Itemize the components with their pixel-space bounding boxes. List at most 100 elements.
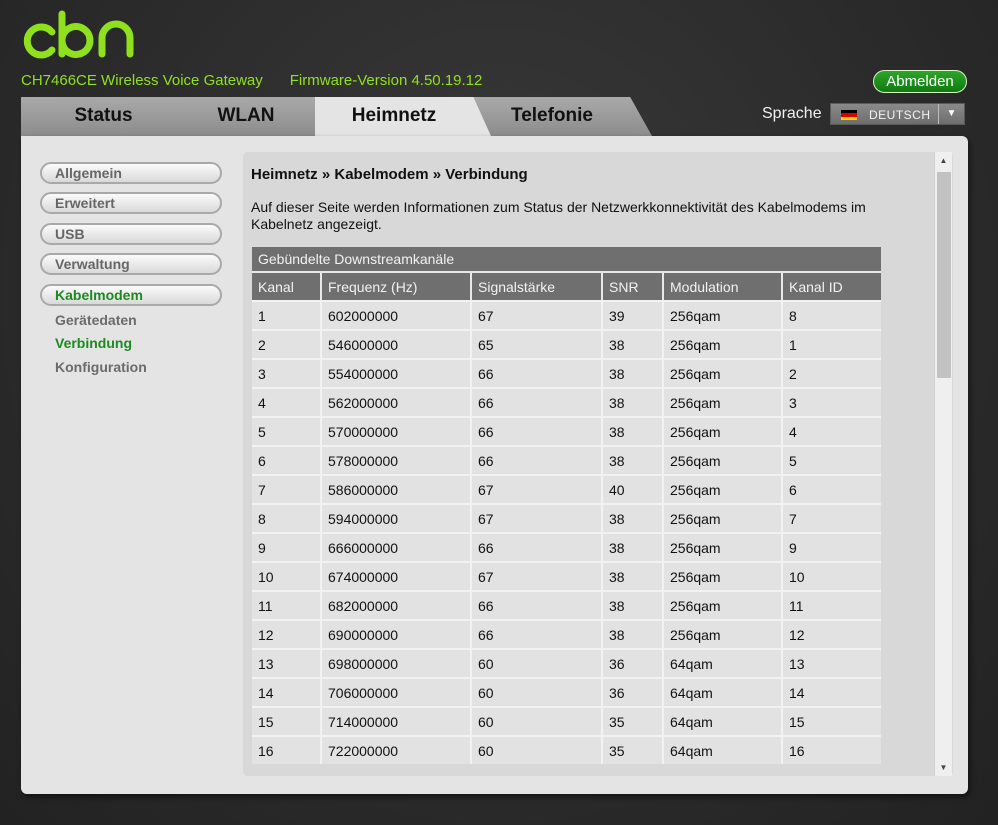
table-cell: 36 [603,648,664,677]
table-cell: 38 [603,445,664,474]
sidebar-subitem-konfiguration[interactable]: Konfiguration [55,359,147,375]
tab-status[interactable]: Status [21,97,186,136]
table-cell: 562000000 [322,387,472,416]
table-cell: 35 [603,735,664,764]
table-cell: 60 [472,677,603,706]
sidebar-item-kabelmodem[interactable]: Kabelmodem [40,284,222,306]
table-caption: Gebündelte Downstreamkanäle [252,247,881,273]
table-row: 1 602000000 67 39 256qam 8 [252,300,881,329]
table-cell: 722000000 [322,735,472,764]
table-cell: 8 [783,300,881,329]
table-cell: 6 [252,445,322,474]
table-cell: 7 [783,503,881,532]
logout-button[interactable]: Abmelden [873,70,967,93]
sidebar-subitem-verbindung[interactable]: Verbindung [55,335,132,351]
table-row: 5 570000000 66 38 256qam 4 [252,416,881,445]
table-cell: 9 [252,532,322,561]
table-cell: 256qam [664,300,783,329]
sidebar-item-usb[interactable]: USB [40,223,222,245]
column-header: SNR [603,273,664,300]
table-cell: 38 [603,358,664,387]
table-cell: 256qam [664,416,783,445]
table-cell: 15 [252,706,322,735]
table-cell: 15 [783,706,881,735]
table-cell: 570000000 [322,416,472,445]
table-cell: 554000000 [322,358,472,387]
dropdown-arrow-icon[interactable]: ▼ [938,104,964,124]
table-cell: 16 [783,735,881,764]
table-cell: 2 [783,358,881,387]
content-area: Heimnetz » Kabelmodem » Verbindung Auf d… [243,152,953,776]
table-cell: 38 [603,561,664,590]
scroll-up-arrow-icon[interactable]: ▲ [935,152,952,169]
table-cell: 66 [472,619,603,648]
table-cell: 64qam [664,735,783,764]
table-cell: 64qam [664,648,783,677]
table-cell: 38 [603,503,664,532]
column-header: Kanal ID [783,273,881,300]
table-cell: 13 [252,648,322,677]
table-cell: 66 [472,387,603,416]
table-cell: 5 [252,416,322,445]
table-cell: 64qam [664,706,783,735]
scrollbar-thumb[interactable] [937,172,951,378]
table-cell: 256qam [664,445,783,474]
table-cell: 66 [472,590,603,619]
table-cell: 546000000 [322,329,472,358]
table-cell: 682000000 [322,590,472,619]
table-cell: 13 [783,648,881,677]
table-cell: 698000000 [322,648,472,677]
table-cell: 11 [252,590,322,619]
breadcrumb: Heimnetz » Kabelmodem » Verbindung [251,166,528,183]
table-cell: 67 [472,503,603,532]
table-row: 6 578000000 66 38 256qam 5 [252,445,881,474]
table-cell: 256qam [664,358,783,387]
table-row: 16 722000000 60 35 64qam 16 [252,735,881,764]
tab-wlan[interactable]: WLAN [186,97,336,136]
table-row: 10 674000000 67 38 256qam 10 [252,561,881,590]
firmware-version: Firmware-Version 4.50.19.12 [289,72,483,89]
table-cell: 38 [603,416,664,445]
table-cell: 60 [472,706,603,735]
table-cell: 38 [603,387,664,416]
table-cell: 39 [603,300,664,329]
table-row: 11 682000000 66 38 256qam 11 [252,590,881,619]
sidebar-subitem-geraetedaten[interactable]: Gerätedaten [55,312,137,328]
table-cell: 38 [603,619,664,648]
table-row: 7 586000000 67 40 256qam 6 [252,474,881,503]
table-cell: 14 [783,677,881,706]
table-cell: 66 [472,445,603,474]
table-row: 8 594000000 67 38 256qam 7 [252,503,881,532]
sidebar-item-allgemein[interactable]: Allgemein [40,162,222,184]
language-select[interactable]: DEUTSCH ▼ [830,103,965,125]
table-cell: 256qam [664,532,783,561]
sidebar-item-verwaltung[interactable]: Verwaltung [40,253,222,275]
sidebar-item-erweitert[interactable]: Erweitert [40,192,222,214]
table-cell: 594000000 [322,503,472,532]
scroll-down-arrow-icon[interactable]: ▼ [935,759,952,776]
scrollbar[interactable]: ▲ ▼ [934,152,952,776]
table-cell: 690000000 [322,619,472,648]
product-name: CH7466CE Wireless Voice Gateway [21,72,263,89]
table-cell: 3 [783,387,881,416]
tab-heimnetz[interactable]: Heimnetz [315,97,491,136]
table-cell: 38 [603,590,664,619]
table-row: 15 714000000 60 35 64qam 15 [252,706,881,735]
tab-label: WLAN [217,105,275,126]
cbn-logo [23,10,134,59]
table-cell: 67 [472,300,603,329]
page-description: Auf dieser Seite werden Informationen zu… [251,199,866,232]
table-row: 14 706000000 60 36 64qam 14 [252,677,881,706]
table-cell: 9 [783,532,881,561]
table-cell: 602000000 [322,300,472,329]
table-cell: 60 [472,735,603,764]
table-cell: 66 [472,358,603,387]
language-selected: DEUTSCH [869,108,931,122]
table-cell: 7 [252,474,322,503]
table-cell: 256qam [664,590,783,619]
table-cell: 674000000 [322,561,472,590]
tab-telefonie[interactable]: Telefonie [470,97,652,136]
table-cell: 5 [783,445,881,474]
table-cell: 10 [783,561,881,590]
table-cell: 64qam [664,677,783,706]
